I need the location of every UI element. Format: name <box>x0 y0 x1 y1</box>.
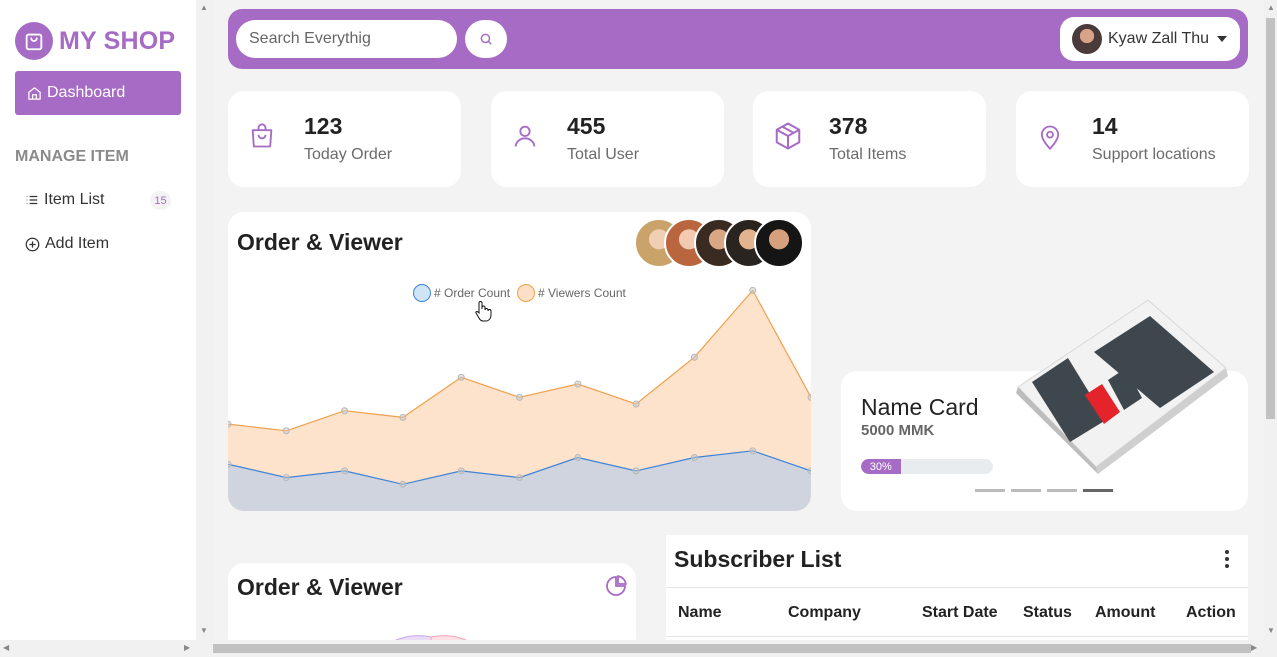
progress-bar: 30% <box>861 459 993 474</box>
carousel-dot[interactable] <box>1047 489 1077 492</box>
data-point[interactable] <box>807 393 811 401</box>
data-point[interactable] <box>228 460 232 468</box>
sidebar-item-dashboard[interactable]: Dashboard <box>15 71 181 115</box>
stat-card-today-order[interactable]: 123 Today Order <box>228 91 461 187</box>
search-input[interactable] <box>236 20 457 58</box>
name-card-image <box>1016 299 1228 474</box>
data-point[interactable] <box>341 467 349 475</box>
stat-value: 378 <box>829 113 868 139</box>
hand-cursor-icon <box>475 301 492 322</box>
shopping-bag-icon <box>251 123 273 148</box>
stat-label: Today Order <box>304 146 393 163</box>
brand-logo[interactable]: MY SHOP <box>15 22 175 60</box>
scroll-right-arrow-icon[interactable]: ▶ <box>184 643 190 652</box>
stat-label: Total User <box>567 146 640 163</box>
column-header-amount[interactable]: Amount <box>1095 604 1155 622</box>
chevron-down-icon <box>1217 36 1228 42</box>
scroll-left-arrow-icon[interactable]: ◀ <box>3 643 9 652</box>
user-name: Kyaw Zall Thu <box>1108 30 1210 47</box>
shopping-bag-icon <box>15 22 53 60</box>
scrollbar-thumb[interactable] <box>1266 18 1275 419</box>
data-point[interactable] <box>516 474 523 482</box>
data-point[interactable] <box>399 413 407 421</box>
data-point[interactable] <box>574 380 582 388</box>
column-header-company[interactable]: Company <box>788 604 861 622</box>
scroll-up-arrow-icon[interactable]: ▲ <box>1267 3 1275 12</box>
stat-value: 14 <box>1092 113 1118 139</box>
sidebar-scrollbar[interactable]: ▲ ▼ <box>196 0 213 640</box>
main-vertical-scrollbar[interactable]: ▲ ▼ <box>1264 0 1277 640</box>
scrollbar-thumb[interactable] <box>213 644 1251 653</box>
data-point[interactable] <box>690 454 698 462</box>
list-icon <box>26 195 38 205</box>
column-header-action[interactable]: Action <box>1186 604 1236 622</box>
avatar <box>1072 24 1102 54</box>
more-options-icon[interactable] <box>1221 549 1233 569</box>
data-point[interactable] <box>282 474 290 482</box>
promo-price: 5000 MMK <box>861 422 935 439</box>
scroll-right-arrow-icon[interactable]: ▶ <box>1251 643 1257 652</box>
user-menu-dropdown[interactable]: Kyaw Zall Thu <box>1060 17 1240 61</box>
stat-card-total-items[interactable]: 378 Total Items <box>753 91 986 187</box>
count-badge: 15 <box>150 191 171 210</box>
data-point[interactable] <box>457 467 465 475</box>
data-point[interactable] <box>228 420 232 428</box>
data-point[interactable] <box>457 373 465 381</box>
stat-label: Support locations <box>1092 146 1216 163</box>
subscriber-list-card: Subscriber List Name Company Start Date … <box>666 535 1248 655</box>
stat-value: 455 <box>567 113 606 139</box>
column-header-start-date[interactable]: Start Date <box>922 604 998 622</box>
data-point[interactable] <box>807 467 811 475</box>
data-point[interactable] <box>690 353 698 361</box>
map-pin-icon <box>1040 125 1060 150</box>
stat-card-total-user[interactable]: 455 Total User <box>491 91 724 187</box>
section-heading: MANAGE ITEM <box>15 148 129 165</box>
sidebar-item-item-list[interactable]: Item List <box>25 191 104 209</box>
data-point[interactable] <box>399 480 407 488</box>
data-point[interactable] <box>282 427 290 435</box>
sidebar-item-label: Dashboard <box>47 84 126 101</box>
pie-chart-icon[interactable] <box>604 574 628 598</box>
home-icon <box>28 86 41 100</box>
search-button[interactable] <box>465 20 507 58</box>
sidebar-item-add-item[interactable]: Add Item <box>25 235 109 253</box>
plus-circle-icon <box>25 237 40 251</box>
data-point[interactable] <box>749 286 757 294</box>
horizontal-scrollbar[interactable]: ◀ ▶ ◀ ▶ <box>0 640 1277 657</box>
data-point[interactable] <box>574 454 582 462</box>
carousel-dot[interactable] <box>1011 489 1041 492</box>
sidebar-item-label: Item List <box>44 191 105 208</box>
area-chart <box>228 286 811 511</box>
data-point[interactable] <box>749 447 757 455</box>
chart-title: Order & Viewer <box>237 574 403 600</box>
top-navbar: Kyaw Zall Thu <box>228 9 1248 69</box>
data-point[interactable] <box>632 467 640 475</box>
brand-name: MY SHOP <box>59 26 176 55</box>
scroll-down-arrow-icon[interactable]: ▼ <box>200 626 208 635</box>
column-header-status[interactable]: Status <box>1023 604 1072 622</box>
order-viewer-chart-card: Order & Viewer # Order Count # Viewers C… <box>228 212 811 511</box>
scroll-up-arrow-icon[interactable]: ▲ <box>200 3 208 12</box>
progress-fill: 30% <box>861 459 901 474</box>
stat-card-support-locations[interactable]: 14 Support locations <box>1016 91 1249 187</box>
carousel-indicators <box>975 489 1119 492</box>
promo-title: Name Card <box>861 394 979 420</box>
carousel-dot[interactable] <box>975 489 1005 492</box>
sidebar-item-label: Add Item <box>45 235 110 252</box>
carousel-dot[interactable] <box>1083 489 1113 492</box>
user-icon <box>514 125 536 147</box>
sidebar: MY SHOP Dashboard MANAGE ITEM Item List … <box>0 0 196 640</box>
data-point[interactable] <box>632 400 640 408</box>
scroll-down-arrow-icon[interactable]: ▼ <box>1267 626 1275 635</box>
table-header-row: Name Company Start Date Status Amount Ac… <box>666 587 1248 637</box>
stat-value: 123 <box>304 113 343 139</box>
column-header-name[interactable]: Name <box>678 604 722 622</box>
stat-label: Total Items <box>829 146 907 163</box>
data-point[interactable] <box>516 393 523 401</box>
data-point[interactable] <box>341 407 349 415</box>
table-title: Subscriber List <box>674 546 842 572</box>
search-icon <box>480 33 492 45</box>
box-icon <box>775 122 801 150</box>
